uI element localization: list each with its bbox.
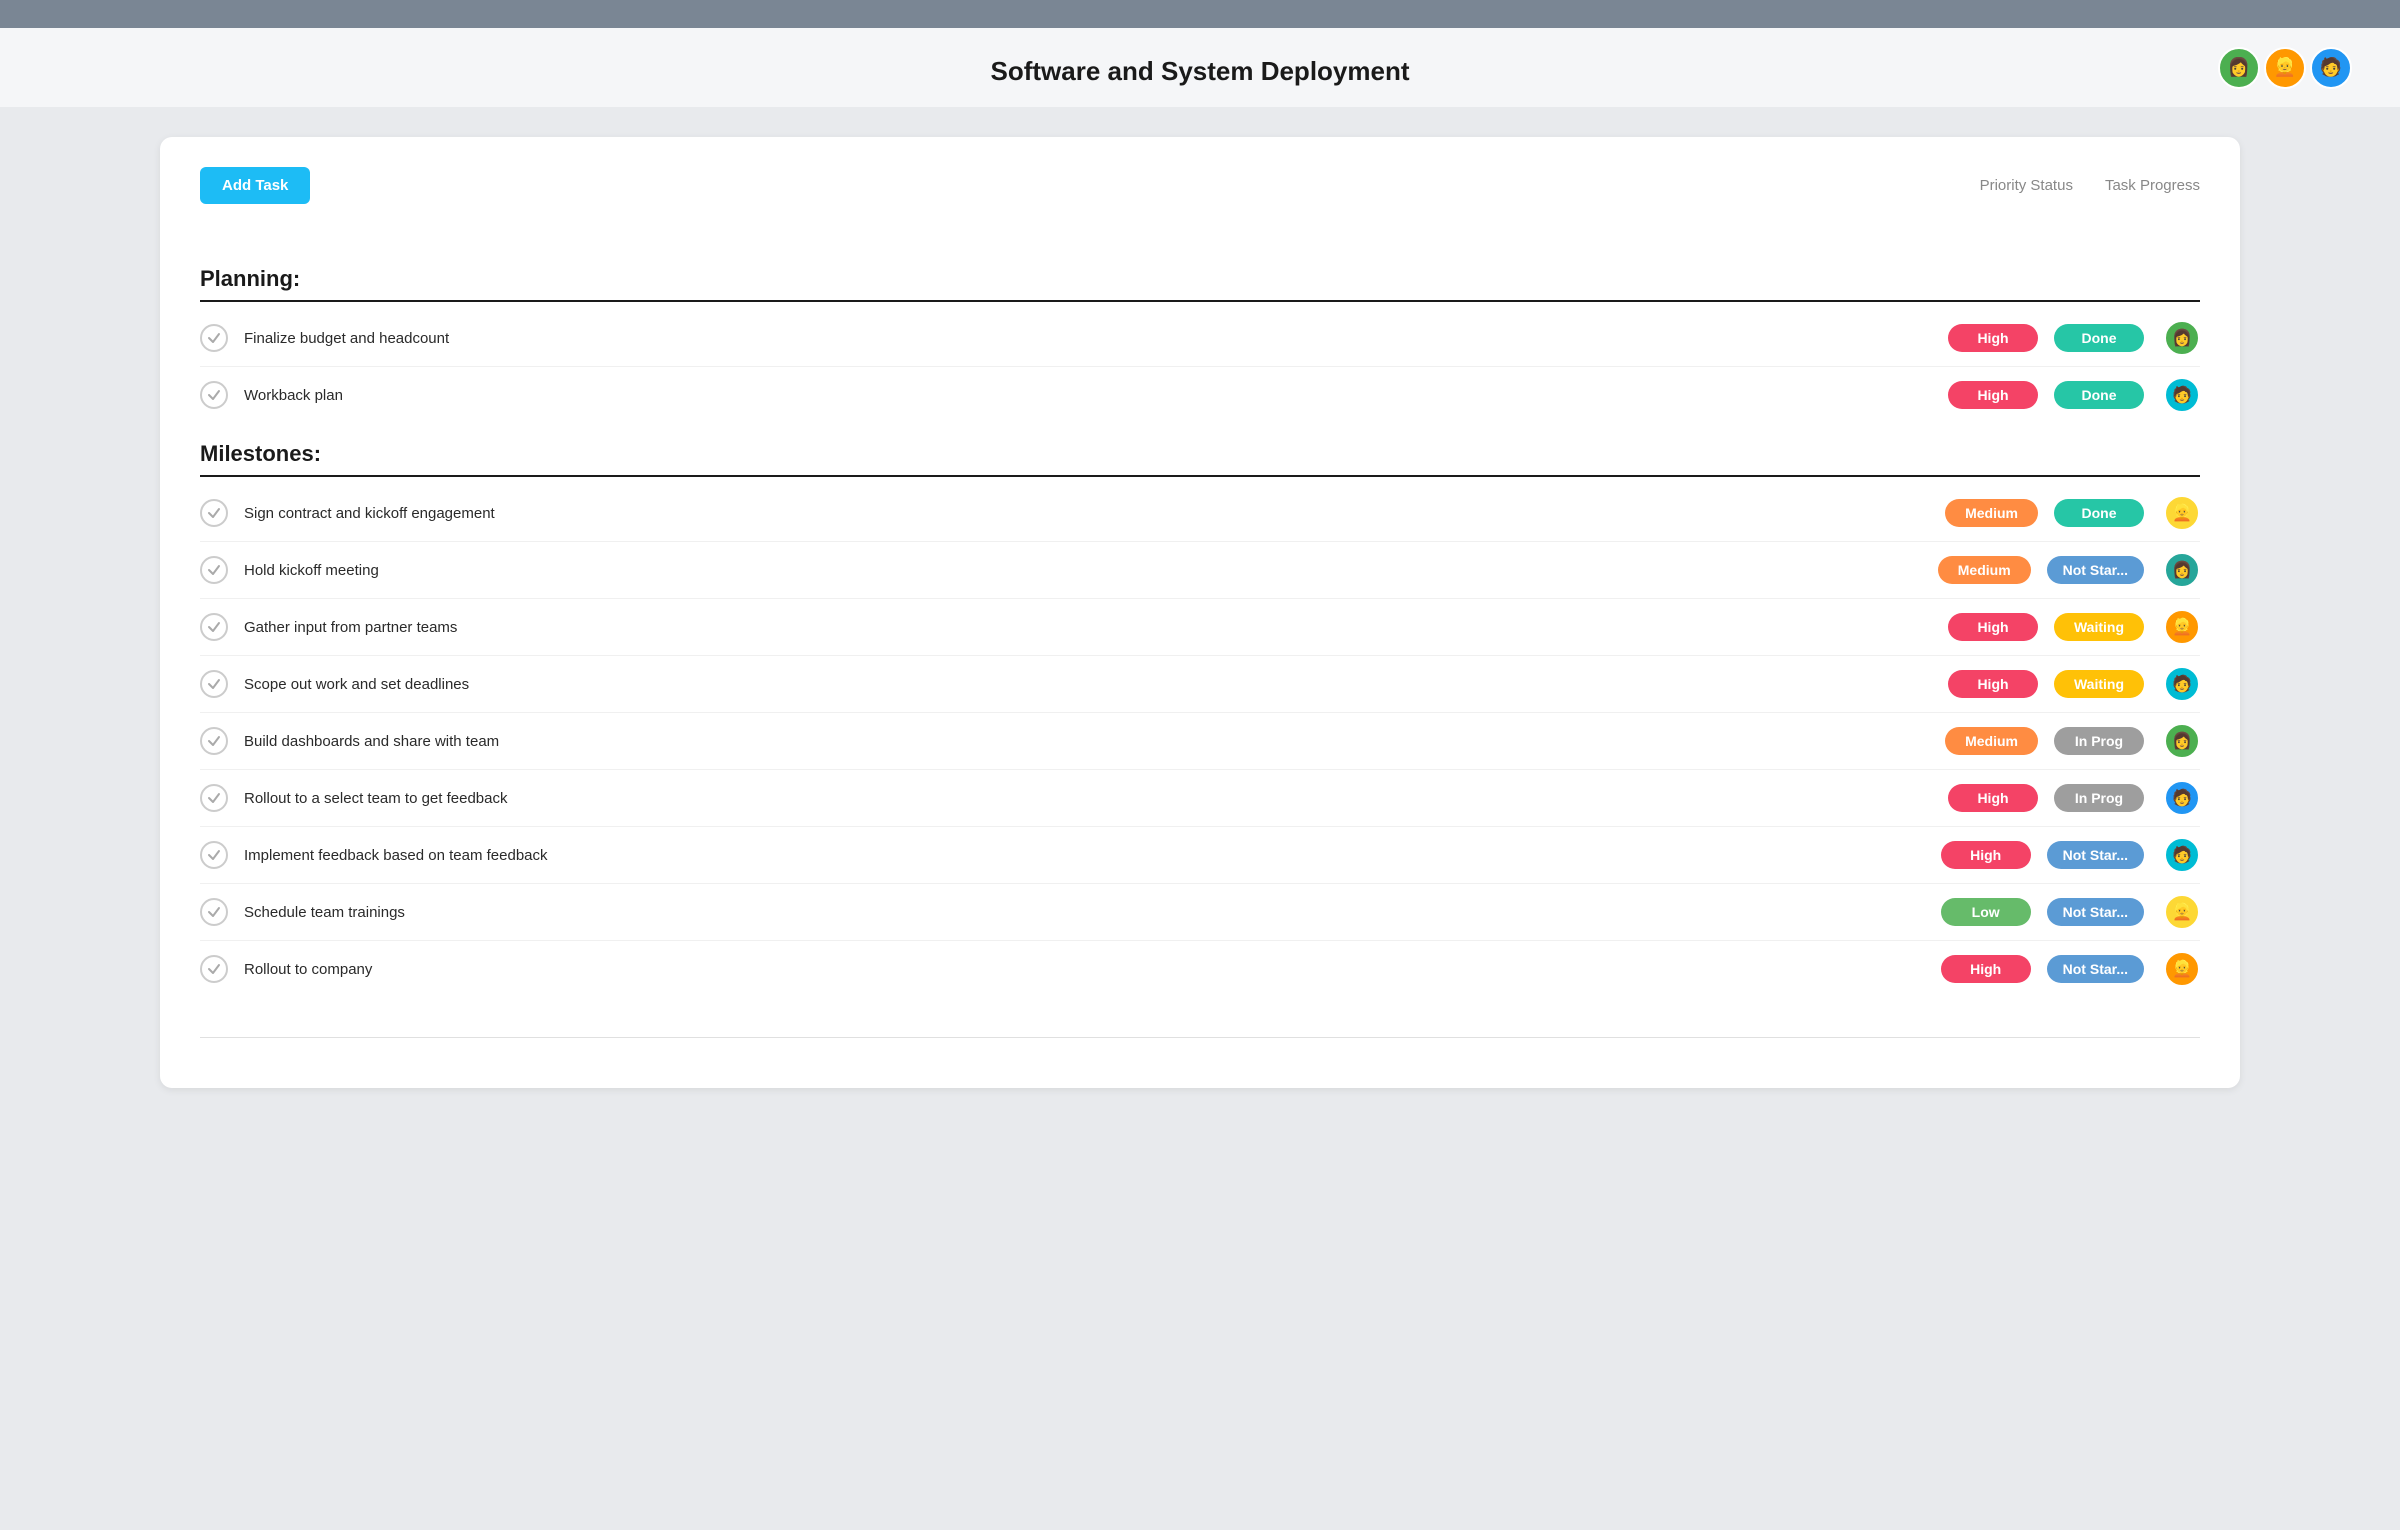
page-title: Software and System Deployment [991,56,1410,87]
status-badge: Done [2054,499,2144,527]
task-badges: Medium Not Star... 👩 [1938,552,2200,588]
priority-badge: Low [1941,898,2031,926]
status-badge: In Prog [2054,727,2144,755]
task-avatar: 👱 [2164,495,2200,531]
section-milestones: Milestones: Sign contract and kickoff en… [200,423,2200,997]
task-row: Scope out work and set deadlines High Wa… [200,656,2200,713]
task-avatar: 🧑 [2164,666,2200,702]
task-row: Gather input from partner teams High Wai… [200,599,2200,656]
header-avatar-3: 🧑 [2310,47,2352,89]
section-divider-planning [200,300,2200,302]
task-badges: High Waiting 🧑 [1948,666,2200,702]
priority-badge: High [1948,381,2038,409]
status-badge: Not Star... [2047,556,2144,584]
status-badge: Done [2054,381,2144,409]
task-badges: High Done 👩 [1948,320,2200,356]
task-badges: High In Prog 🧑 [1948,780,2200,816]
task-row: Schedule team trainings Low Not Star... … [200,884,2200,941]
priority-badge: High [1948,784,2038,812]
header-avatar-1: 👩 [2218,47,2260,89]
card-header: Add Task Priority Status Task Progress [200,167,2200,220]
task-badges: High Done 🧑 [1948,377,2200,413]
status-badge: Waiting [2054,613,2144,641]
task-row: Build dashboards and share with team Med… [200,713,2200,770]
task-badges: High Not Star... 🧑 [1941,837,2200,873]
task-row: Workback plan High Done 🧑 [200,367,2200,423]
task-avatar: 👱 [2164,951,2200,987]
task-name: Scope out work and set deadlines [244,676,1948,693]
col-priority-label: Priority Status [1980,177,2073,194]
check-icon [200,841,228,869]
header-avatar-2: 👱 [2264,47,2306,89]
priority-badge: High [1948,613,2038,641]
task-name: Gather input from partner teams [244,619,1948,636]
task-row: Implement feedback based on team feedbac… [200,827,2200,884]
task-name: Rollout to a select team to get feedback [244,790,1948,807]
col-progress-label: Task Progress [2105,177,2200,194]
priority-badge: High [1948,670,2038,698]
task-avatar: 👩 [2164,320,2200,356]
task-name: Build dashboards and share with team [244,733,1945,750]
top-bar [0,0,2400,28]
priority-badge: Medium [1938,556,2031,584]
task-name: Sign contract and kickoff engagement [244,505,1945,522]
task-avatar: 👩 [2164,723,2200,759]
check-icon [200,499,228,527]
task-row: Finalize budget and headcount High Done … [200,310,2200,367]
task-badges: Low Not Star... 👱 [1941,894,2200,930]
status-badge: Not Star... [2047,841,2144,869]
task-row: Sign contract and kickoff engagement Med… [200,485,2200,542]
task-avatar: 🧑 [2164,377,2200,413]
task-avatar: 👩 [2164,552,2200,588]
task-badges: Medium Done 👱 [1945,495,2200,531]
footer-divider [200,1037,2200,1038]
header: Software and System Deployment 👩 👱 🧑 [0,28,2400,107]
task-name: Workback plan [244,387,1948,404]
check-icon [200,727,228,755]
task-row: Rollout to a select team to get feedback… [200,770,2200,827]
task-avatar: 👱 [2164,894,2200,930]
task-row: Hold kickoff meeting Medium Not Star... … [200,542,2200,599]
task-name: Implement feedback based on team feedbac… [244,847,1941,864]
status-badge: Done [2054,324,2144,352]
task-name: Rollout to company [244,961,1941,978]
task-name: Schedule team trainings [244,904,1941,921]
status-badge: Waiting [2054,670,2144,698]
priority-badge: High [1941,955,2031,983]
task-row: Rollout to company High Not Star... 👱 [200,941,2200,997]
check-icon [200,556,228,584]
section-divider-milestones [200,475,2200,477]
priority-badge: High [1941,841,2031,869]
status-badge: Not Star... [2047,898,2144,926]
task-badges: High Not Star... 👱 [1941,951,2200,987]
status-badge: In Prog [2054,784,2144,812]
task-badges: High Waiting 👱 [1948,609,2200,645]
task-avatar: 🧑 [2164,837,2200,873]
card: Add Task Priority Status Task Progress P… [160,137,2240,1088]
task-name: Finalize budget and headcount [244,330,1948,347]
check-icon [200,898,228,926]
task-badges: Medium In Prog 👩 [1945,723,2200,759]
column-labels: Priority Status Task Progress [1980,177,2200,194]
add-task-button[interactable]: Add Task [200,167,310,204]
check-icon [200,381,228,409]
main-content: Add Task Priority Status Task Progress P… [0,107,2400,1118]
check-icon [200,955,228,983]
check-icon [200,613,228,641]
status-badge: Not Star... [2047,955,2144,983]
header-avatars: 👩 👱 🧑 [2218,47,2352,89]
section-title-milestones: Milestones: [200,423,2200,475]
check-icon [200,670,228,698]
task-avatar: 🧑 [2164,780,2200,816]
section-planning: Planning: Finalize budget and headcount … [200,248,2200,423]
priority-badge: Medium [1945,499,2038,527]
priority-badge: High [1948,324,2038,352]
section-title-planning: Planning: [200,248,2200,300]
check-icon [200,324,228,352]
check-icon [200,784,228,812]
task-avatar: 👱 [2164,609,2200,645]
priority-badge: Medium [1945,727,2038,755]
task-name: Hold kickoff meeting [244,562,1938,579]
